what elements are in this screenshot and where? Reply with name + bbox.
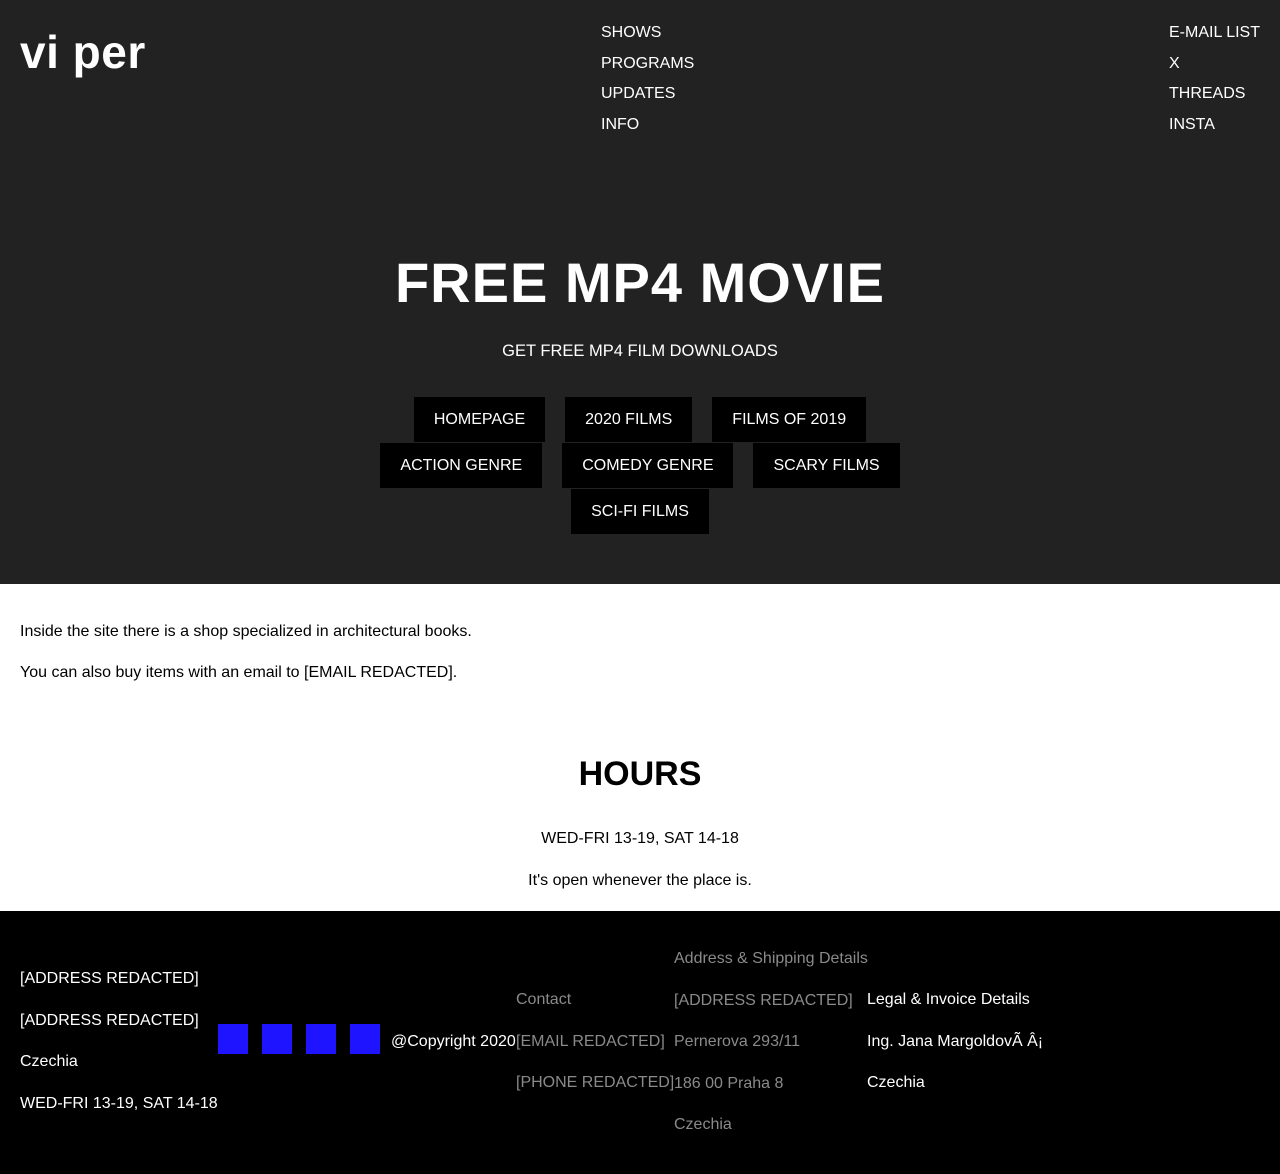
footer-hours: WED-FRI 13-19, SAT 14-18 [20,1094,218,1112]
social-icon[interactable] [306,1024,336,1054]
footer-social-icons [218,1024,394,1054]
footer-legal-heading: Legal & Invoice Details [867,991,1030,1008]
footer-legal: Legal & Invoice Details Ing. Jana Margol… [867,990,1043,1115]
nav-item-shows[interactable]: SHOWS [601,18,694,49]
homepage-button[interactable]: HOMEPAGE [413,397,546,442]
footer-copyright: @Copyright 2020 [391,1033,516,1050]
hero-title: FREE MP4 MOVIE [394,251,886,314]
nav-item-x[interactable]: X [1169,49,1260,80]
footer-contact-email[interactable]: [EMAIL REDACTED] [516,1032,674,1074]
footer-shipping-heading: Address & Shipping Details [674,950,868,967]
footer-legal-line: Ing. Jana MargoldovÃ Â¡ [867,1032,1044,1050]
footer-legal-line: Czechia [867,1074,925,1091]
main-nav: SHOWS PROGRAMS UPDATES INFO [601,18,694,140]
footer-contact-phone[interactable]: [PHONE REDACTED] [516,1073,674,1115]
hours-section: HOURS WED-FRI 13-19, SAT 14-18 It's open… [0,752,1280,891]
scary-films-button[interactable]: SCARY FILMS [753,443,900,488]
films-2019-button[interactable]: FILMS OF 2019 [712,397,867,442]
intro-line: Inside the site there is a shop speciali… [20,623,472,640]
social-icon[interactable] [262,1024,292,1054]
footer-shipping-line: Czechia [674,1116,732,1133]
footer-address-line: [ADDRESS REDACTED] [20,970,199,987]
footer-shipping: Address & Shipping Details [ADDRESS REDA… [674,949,868,1157]
nav-item-email-list[interactable]: E-MAIL LIST [1169,18,1260,49]
comedy-genre-button[interactable]: COMEDY GENRE [562,443,734,488]
nav-item-threads[interactable]: THREADS [1169,79,1260,110]
social-icon[interactable] [218,1024,248,1054]
nav-item-updates[interactable]: UPDATES [601,79,694,110]
button-row: HOMEPAGE 2020 FILMS FILMS OF 2019 [0,397,1280,443]
social-icon[interactable] [350,1024,380,1054]
footer-contact-heading: Contact [516,991,572,1008]
hero-subtitle: GET FREE MP4 FILM DOWNLOADS [502,342,778,360]
hours-note: It's open whenever the place is. [528,872,752,889]
nav-item-programs[interactable]: PROGRAMS [601,49,694,80]
intro-line: You can also buy items with an email to … [20,664,458,681]
footer-address-line: Czechia [20,1053,78,1070]
footer-shipping-line: 186 00 Praha 8 [674,1074,784,1092]
hero: FREE MP4 MOVIE GET FREE MP4 FILM DOWNLOA… [0,252,1280,361]
films-2020-button[interactable]: 2020 FILMS [565,397,693,442]
social-nav: E-MAIL LIST X THREADS INSTA [1169,18,1260,140]
sci-fi-films-button[interactable]: SCI-FI FILMS [571,489,709,534]
nav-item-info[interactable]: INFO [601,110,694,141]
button-row: ACTION GENRE COMEDY GENRE SCARY FILMS [0,443,1280,489]
site-logo[interactable]: vi per [20,26,146,78]
footer-address: [ADDRESS REDACTED] [ADDRESS REDACTED] Cz… [20,969,218,1135]
site-header: vi per SHOWS PROGRAMS UPDATES INFO E-MAI… [0,0,1280,584]
hours-title: HOURS [578,755,702,793]
hours-schedule: WED-FRI 13-19, SAT 14-18 [541,830,739,847]
category-buttons: HOMEPAGE 2020 FILMS FILMS OF 2019 ACTION G… [0,397,1280,535]
footer-address-line: [ADDRESS REDACTED] [20,1011,199,1029]
nav-item-insta[interactable]: INSTA [1169,110,1260,141]
intro-text: Inside the site there is a shop speciali… [20,620,472,702]
footer-shipping-line: [ADDRESS REDACTED] [674,991,853,1009]
footer-shipping-line: Pernerova 293/11 [674,1033,801,1050]
footer-contact: Contact [EMAIL REDACTED] [PHONE REDACTED… [516,990,674,1115]
action-genre-button[interactable]: ACTION GENRE [380,443,543,488]
site-footer: [ADDRESS REDACTED] [ADDRESS REDACTED] Cz… [0,911,1280,1174]
button-row: SCI-FI FILMS [0,489,1280,535]
